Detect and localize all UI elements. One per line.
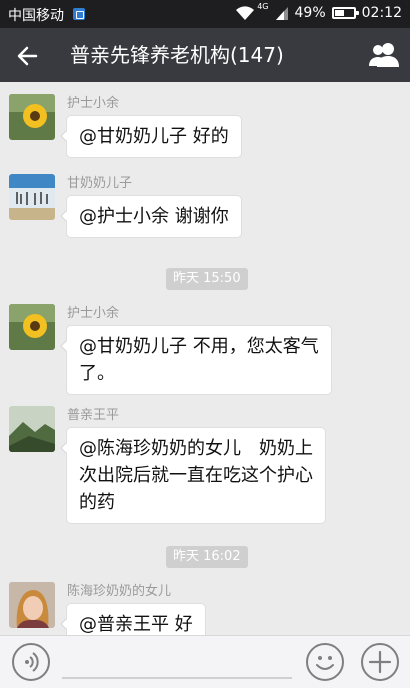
landscape-avatar[interactable]	[9, 406, 55, 452]
message-line: 的药	[79, 492, 115, 513]
battery-level-fill	[334, 10, 344, 16]
cell-signal-icon	[275, 5, 289, 21]
timestamp-divider: 昨天 15:50	[166, 268, 248, 290]
message-line: @陈海珍奶奶的女儿 奶奶上	[79, 438, 313, 459]
network-type-label: 4G	[257, 2, 269, 11]
message-bubble[interactable]: @甘奶奶儿子 不用，您太客气 了。	[60, 325, 332, 395]
message-line: 次出院后就一直在吃这个护心	[79, 465, 313, 486]
battery-icon	[331, 7, 359, 19]
message-bubble[interactable]: @普亲王平 好	[60, 603, 206, 635]
voice-icon[interactable]	[12, 643, 50, 681]
timestamp-divider: 昨天 16:02	[166, 546, 248, 568]
emoji-icon[interactable]	[306, 643, 344, 681]
group-members-icon[interactable]	[368, 40, 400, 70]
wifi-icon	[235, 5, 255, 21]
plus-icon[interactable]	[361, 643, 399, 681]
chat-title: 普亲先锋养老机构(147)	[70, 43, 284, 67]
sender-name: 护士小余	[67, 306, 120, 321]
sunflower-avatar[interactable]	[9, 94, 55, 140]
input-bar	[0, 635, 410, 688]
carrier-label: 中国移动	[8, 8, 64, 24]
message-line: 了。	[79, 363, 115, 384]
message-bubble[interactable]: @陈海珍奶奶的女儿 奶奶上 次出院后就一直在吃这个护心 的药	[60, 427, 326, 524]
clock: 02:12	[361, 5, 402, 21]
message-input[interactable]	[62, 677, 292, 679]
sender-name: 陈海珍奶奶的女儿	[67, 584, 172, 599]
message-line: @甘奶奶儿子 不用，您太客气	[79, 336, 319, 357]
message-bubble[interactable]: @甘奶奶儿子 好的	[60, 115, 242, 158]
sim-card-icon	[73, 8, 85, 20]
message-bubble[interactable]: @护士小余 谢谢你	[60, 195, 242, 238]
sunflower-avatar[interactable]	[9, 304, 55, 350]
battery-percent: 49%	[294, 5, 326, 21]
calligraphy-avatar[interactable]	[9, 174, 55, 220]
back-arrow-icon[interactable]	[14, 42, 42, 70]
chat-header: 普亲先锋养老机构(147)	[0, 28, 410, 82]
sender-name: 普亲王平	[67, 408, 120, 423]
sender-name: 甘奶奶儿子	[67, 176, 133, 191]
chat-area[interactable]: 护士小余 @甘奶奶儿子 好的 甘奶奶儿子 @护士小余 谢谢你 昨天 15:50	[0, 82, 410, 635]
status-bar: 中国移动 4G 49% 02:12	[0, 0, 410, 28]
sender-name: 护士小余	[67, 96, 120, 111]
woman-portrait-avatar[interactable]	[9, 582, 55, 628]
